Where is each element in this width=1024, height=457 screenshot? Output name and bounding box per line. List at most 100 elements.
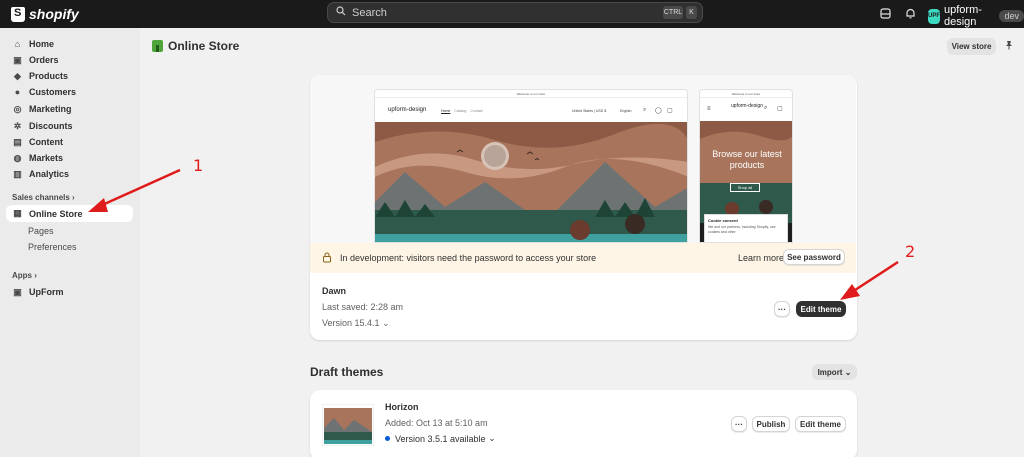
sidebar-item-label: Content xyxy=(29,137,63,147)
cookie-title: Cookie consent xyxy=(708,218,738,223)
sidebar-item-label: Markets xyxy=(29,153,64,163)
draft-theme-version[interactable]: Version 3.5.1 available ⌄ xyxy=(385,433,496,444)
chevron-right-icon: › xyxy=(34,271,37,280)
site-account-icon: ◯ xyxy=(655,108,662,114)
annotation-label-2: 2 xyxy=(905,242,916,261)
sidebar-item-label: Customers xyxy=(29,87,77,97)
publish-button[interactable]: Publish xyxy=(752,416,790,432)
theme-preview[interactable]: Welcome to our store upform-design Home … xyxy=(310,75,856,243)
site-link-home: Home xyxy=(441,109,451,113)
mobile-site-name: upform-design xyxy=(731,103,763,109)
site-nav: Home Catalog Contact xyxy=(441,109,482,113)
current-theme-version-label: Version 15.4.1 xyxy=(322,318,380,328)
sidebar-item-customers[interactable]: ● Customers xyxy=(6,84,133,100)
development-banner: In development: visitors need the passwo… xyxy=(310,243,856,273)
top-bar: shopify Search CTRL K UPF upform-design … xyxy=(0,0,1024,28)
site-search-icon: ⌕ xyxy=(643,107,647,113)
site-name: upform-design xyxy=(388,107,427,113)
version-status-dot xyxy=(385,436,390,441)
sidebar-item-preferences[interactable]: Preferences xyxy=(28,242,77,252)
theme-actions-button[interactable]: ··· xyxy=(774,301,790,317)
mobile-cart-icon: ▢ xyxy=(777,106,783,112)
sales-channels-label: Sales channels xyxy=(12,193,70,202)
search-placeholder: Search xyxy=(352,6,387,19)
upform-app-icon: ▣ xyxy=(13,286,22,297)
pin-icon[interactable] xyxy=(1004,40,1014,53)
apps-label: Apps xyxy=(12,271,32,280)
home-icon: ⌂ xyxy=(14,39,21,49)
current-theme-last-saved: Last saved: 2:28 am xyxy=(322,302,404,312)
sidebar-item-label: UpForm xyxy=(29,287,64,297)
draft-theme-actions-button[interactable]: ··· xyxy=(731,416,747,432)
mobile-hero-text: Browse our latest products xyxy=(712,149,782,170)
current-theme-card: Welcome to our store upform-design Home … xyxy=(310,75,857,340)
chevron-down-icon: ⌄ xyxy=(485,433,496,443)
gear-icon: ✲ xyxy=(13,120,22,131)
store-name: upform-design xyxy=(944,4,982,28)
search-input[interactable]: Search CTRL K xyxy=(327,2,703,23)
globe-icon: ◍ xyxy=(13,152,22,163)
draft-theme-version-label: Version 3.5.1 available xyxy=(395,433,486,444)
draft-theme-name: Horizon xyxy=(385,402,419,412)
draft-theme-thumbnail[interactable] xyxy=(322,404,374,446)
desktop-preview: Welcome to our store upform-design Home … xyxy=(374,89,688,243)
sales-channels-heading[interactable]: Sales channels › xyxy=(12,193,75,202)
online-store-icon xyxy=(152,40,163,52)
store-dev-badge: dev xyxy=(999,10,1024,22)
site-link-contact: Contact xyxy=(470,109,483,113)
sidebar-item-analytics[interactable]: ▥ Analytics xyxy=(6,166,133,182)
shortcut-k: K xyxy=(686,6,697,19)
shortcut-ctrl: CTRL xyxy=(663,6,683,19)
sidebar-item-home[interactable]: ⌂ Home xyxy=(6,36,133,52)
arrow-2-shaft xyxy=(851,260,899,294)
storefront-icon: ▦ xyxy=(13,208,22,218)
tag-icon: ◆ xyxy=(14,70,21,81)
import-button[interactable]: Import ⌄ xyxy=(812,364,857,380)
sidebar-item-online-store[interactable]: ▦ Online Store xyxy=(6,205,133,222)
sidebar-item-pages[interactable]: Pages xyxy=(28,226,54,236)
site-header: upform-design Home Catalog Contact Unite… xyxy=(375,99,687,122)
chart-icon: ▥ xyxy=(13,168,22,179)
lock-icon xyxy=(322,252,332,266)
store-switcher[interactable]: UPF upform-design dev xyxy=(928,4,1024,28)
sidebar-item-label: Products xyxy=(29,71,69,81)
edit-theme-button[interactable]: Edit theme xyxy=(796,301,846,317)
chevron-down-icon: ⌄ xyxy=(842,367,852,377)
sidebar-item-discounts[interactable]: ✲ Discounts xyxy=(6,118,133,134)
announcement-bar: Welcome to our store xyxy=(375,90,687,98)
chevron-right-icon: › xyxy=(72,193,75,202)
page-title-text: Online Store xyxy=(168,39,240,53)
bell-icon[interactable] xyxy=(903,6,917,20)
sidebar-item-markets[interactable]: ◍ Markets xyxy=(6,150,133,166)
store-avatar: UPF xyxy=(928,8,940,24)
view-store-button[interactable]: View store xyxy=(947,38,996,55)
draft-edit-theme-button[interactable]: Edit theme xyxy=(795,416,846,432)
sidebar-item-label: Online Store xyxy=(29,208,83,219)
sidebar-item-orders[interactable]: ▣ Orders xyxy=(6,52,133,68)
draft-theme-card: Horizon Added: Oct 13 at 5:10 am Version… xyxy=(310,390,857,457)
import-label: Import xyxy=(817,367,843,377)
person-icon: ● xyxy=(14,87,21,97)
sidebar-item-label: Marketing xyxy=(29,104,72,114)
sidebar-item-products[interactable]: ◆ Products xyxy=(6,68,133,84)
inbox-icon[interactable] xyxy=(878,6,892,20)
site-language: English xyxy=(620,109,632,113)
mobile-announcement-bar: Welcome to our store xyxy=(700,90,792,98)
cookie-text: We and our partners, including Shopify, … xyxy=(708,225,776,234)
apps-heading[interactable]: Apps › xyxy=(12,271,37,280)
site-locale: United States | USD $ xyxy=(572,109,607,113)
see-password-button[interactable]: See password xyxy=(783,249,845,265)
annotation-label-1: 1 xyxy=(193,156,204,175)
current-theme-version[interactable]: Version 15.4.1 ⌄ xyxy=(322,318,390,329)
sidebar-item-label: Orders xyxy=(29,55,59,65)
mobile-menu-icon: ≡ xyxy=(707,106,711,112)
target-icon: ◎ xyxy=(13,103,22,114)
file-icon: ▤ xyxy=(13,136,22,147)
mobile-search-icon: ⌕ xyxy=(764,105,768,111)
sidebar-item-marketing[interactable]: ◎ Marketing xyxy=(6,101,133,117)
sidebar-item-content[interactable]: ▤ Content xyxy=(6,134,133,150)
shopify-logo[interactable]: shopify xyxy=(11,6,79,22)
sidebar-item-upform[interactable]: ▣ UpForm xyxy=(6,284,133,300)
search-icon xyxy=(336,6,346,19)
learn-more-link[interactable]: Learn more xyxy=(738,253,784,263)
